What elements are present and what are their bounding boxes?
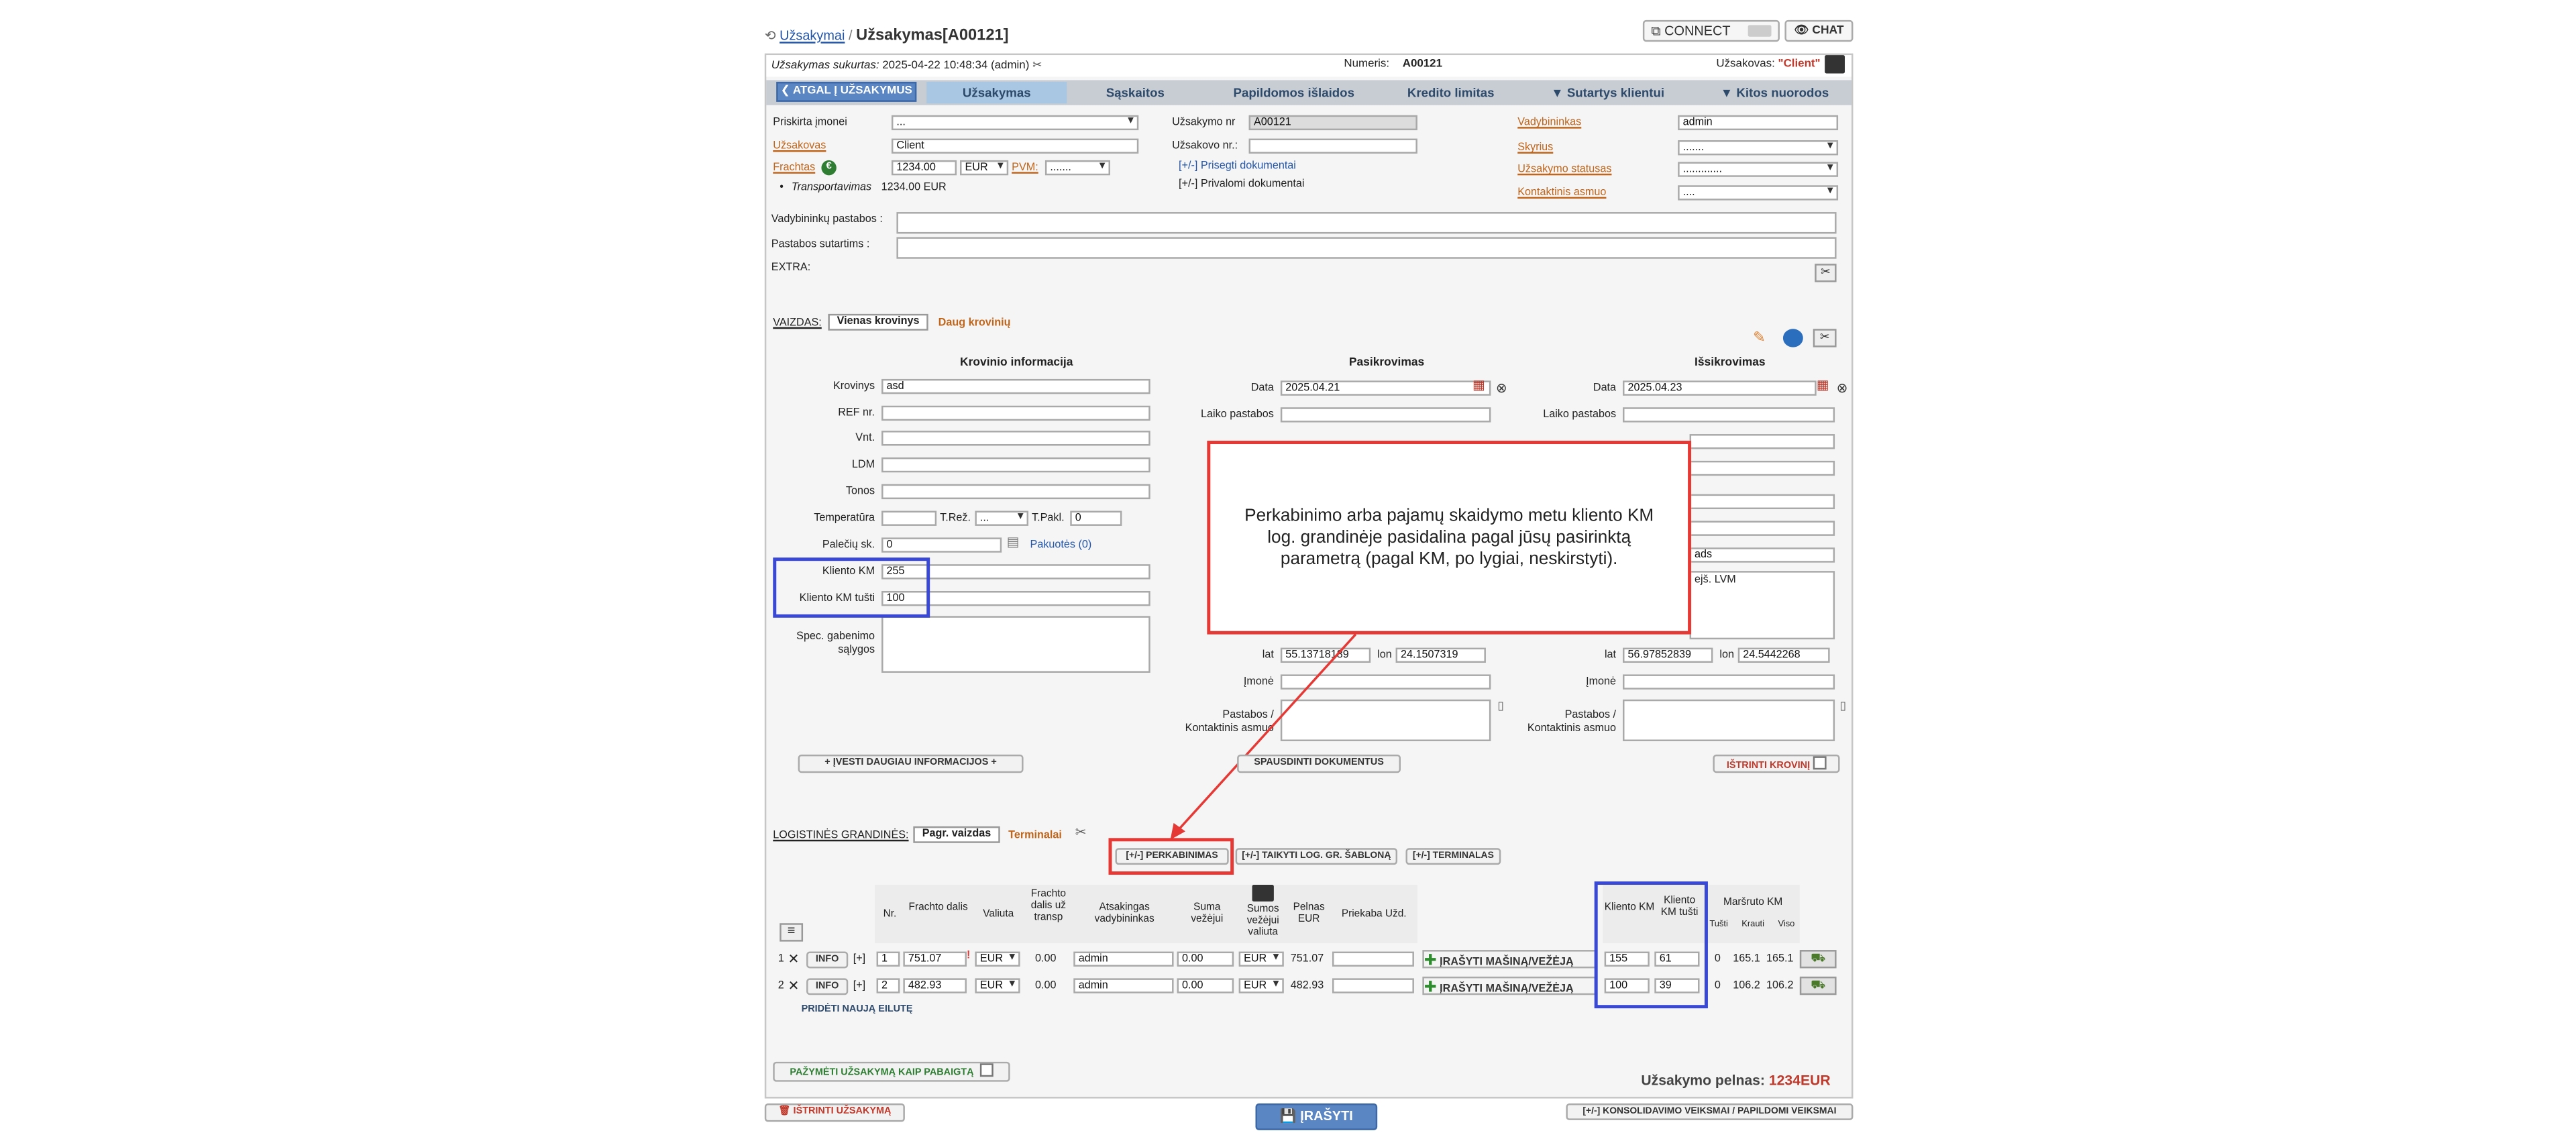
terminals-link[interactable]: Terminalai: [1008, 830, 1062, 841]
row-carrier-sum-field[interactable]: 0.00: [1177, 978, 1234, 993]
delete-order-label: IŠTRINTI UŽSAKYMĄ: [793, 1107, 892, 1117]
row-delete-icon[interactable]: ✕: [788, 978, 800, 993]
col-currency: Valiuta: [983, 908, 1014, 920]
row-warning-icon: !: [966, 950, 971, 962]
row-freight-field[interactable]: 482.93: [903, 978, 967, 993]
rehook-highlight: [1108, 838, 1234, 875]
plus-icon: ✚: [1424, 951, 1437, 969]
row-route-loaded: 106.2: [1733, 979, 1760, 992]
row-nr-field[interactable]: 1: [876, 951, 900, 967]
row-delete-icon[interactable]: ✕: [788, 952, 800, 967]
order-profit-value: 1234EUR: [1768, 1071, 1831, 1089]
row-route-loaded: 165.1: [1733, 953, 1760, 965]
row-carrier-sum-field[interactable]: 0.00: [1177, 951, 1234, 967]
row-profit-value: 482.93: [1290, 979, 1324, 992]
row-currency-select[interactable]: EUR: [975, 978, 1020, 993]
delete-cargo-button[interactable]: IŠTRINTI KROVINĮ: [1713, 754, 1840, 773]
add-row-link[interactable]: PRIDĖTI NAUJĄ EILUTĘ: [802, 1005, 913, 1015]
col-carrier-sum: Suma vežėjui: [1191, 901, 1224, 925]
km-columns-highlight: [1594, 881, 1708, 1009]
row-transp-value: 0.00: [1034, 979, 1057, 992]
row-trailer-field[interactable]: [1332, 951, 1414, 967]
row-trailer-field[interactable]: [1332, 978, 1414, 993]
row-expand-link[interactable]: [+]: [853, 953, 865, 965]
row-carrier-currency-select[interactable]: EUR: [1238, 978, 1284, 993]
logistics-main-view-button[interactable]: Pagr. vaizdas: [913, 826, 1000, 843]
col-trailer: Priekaba Užd.: [1341, 908, 1407, 920]
delete-order-button[interactable]: 🗑 IŠTRINTI UŽSAKYMĄ: [764, 1103, 905, 1122]
order-page: ⟲ Užsakymai / Užsakymas[A00121] ⧉ CONNEC…: [0, 0, 2576, 1138]
col-nr: Nr.: [883, 908, 897, 920]
carrier-currency-icon: [1252, 885, 1274, 902]
row-route-empty: 0: [1714, 979, 1721, 992]
order-profit: Užsakymo pelnas: 1234EUR: [1641, 1072, 1830, 1089]
logistics-tools-icon[interactable]: ✂: [1075, 824, 1087, 839]
col-route-loaded: Krauti: [1741, 920, 1765, 930]
col-freight-part: Frachto dalis: [908, 901, 968, 914]
row-expand-link[interactable]: [+]: [853, 980, 865, 991]
col-freight-part-transp: Frachto dalis už transp: [1030, 887, 1066, 924]
mark-complete-button[interactable]: PAŽYMĖTI UŽSAKYMĄ KAIP PABAIGTĄ: [773, 1061, 1010, 1082]
row-manager-field[interactable]: admin: [1073, 951, 1174, 967]
logistics-label: LOGISTINĖS GRANDINĖS:: [773, 829, 909, 842]
table-menu-icon[interactable]: ≡: [780, 923, 804, 942]
save-label: ĮRAŠYTI: [1300, 1108, 1353, 1124]
col-carrier-currency: Sumos vežėjui valiuta: [1246, 903, 1279, 938]
row-info-button[interactable]: INFO: [806, 951, 849, 969]
order-profit-label: Užsakymo pelnas:: [1641, 1071, 1765, 1089]
consolidation-actions-button[interactable]: [+/-] KONSOLIDAVIMO VEIKSMAI / PAPILDOMI…: [1566, 1103, 1854, 1120]
row-nr-field[interactable]: 2: [876, 978, 900, 993]
delete-cargo-label: IŠTRINTI KROVINĮ: [1726, 761, 1811, 771]
col-route-total: Viso: [1778, 920, 1795, 930]
apply-template-button[interactable]: [+/-] TAIKYTI LOG. GR. ŠABLONĄ: [1235, 848, 1398, 865]
col-profit: Pelnas EUR: [1293, 901, 1325, 925]
print-documents-button[interactable]: SPAUSDINTI DOKUMENTUS: [1237, 754, 1401, 773]
row-truck-icon[interactable]: ⛟: [1799, 976, 1837, 995]
row-assign-vehicle-button[interactable]: ✚ ĮRAŠYTI MAŠINĄ/VEŽĖJĄ: [1422, 976, 1597, 995]
row-route-total: 165.1: [1766, 953, 1794, 965]
col-manager: Atsakingas vadybininkas: [1094, 901, 1155, 925]
trash-icon: 🗑: [778, 1107, 791, 1117]
row-freight-field[interactable]: 751.07: [903, 951, 967, 967]
save-icon: 💾: [1279, 1108, 1297, 1124]
row-route-total: 106.2: [1766, 979, 1794, 992]
callout-arrow-line: [1176, 633, 1357, 832]
terminal-button[interactable]: [+/-] TERMINALAS: [1405, 848, 1501, 865]
row-assign-label: ĮRAŠYTI MAŠINĄ/VEŽĖJĄ: [1440, 957, 1574, 969]
row-index: 2: [777, 979, 784, 992]
row-assign-label: ĮRAŠYTI MAŠINĄ/VEŽĖJĄ: [1440, 983, 1574, 995]
col-route-km: Maršruto KM: [1723, 896, 1783, 908]
row-route-empty: 0: [1714, 953, 1721, 965]
row-index: 1: [777, 953, 784, 965]
row-profit-value: 751.07: [1290, 953, 1324, 965]
row-truck-icon[interactable]: ⛟: [1799, 950, 1837, 969]
delete-cargo-checkbox[interactable]: [1813, 756, 1827, 770]
plus-icon: ✚: [1424, 978, 1437, 995]
mark-complete-checkbox[interactable]: [979, 1063, 994, 1077]
row-carrier-currency-select[interactable]: EUR: [1238, 951, 1284, 967]
mark-complete-label: PAŽYMĖTI UŽSAKYMĄ KAIP PABAIGTĄ: [790, 1068, 974, 1079]
row-manager-field[interactable]: admin: [1073, 978, 1174, 993]
more-info-button[interactable]: + ĮVESTI DAUGIAU INFORMACIJOS +: [798, 754, 1024, 773]
save-button[interactable]: 💾 ĮRAŠYTI: [1255, 1103, 1378, 1130]
row-currency-select[interactable]: EUR: [975, 951, 1020, 967]
row-transp-value: 0.00: [1034, 953, 1057, 965]
row-assign-vehicle-button[interactable]: ✚ ĮRAŠYTI MAŠINĄ/VEŽĖJĄ: [1422, 950, 1597, 969]
row-info-button[interactable]: INFO: [806, 978, 849, 995]
col-route-empty: Tušti: [1709, 920, 1728, 930]
